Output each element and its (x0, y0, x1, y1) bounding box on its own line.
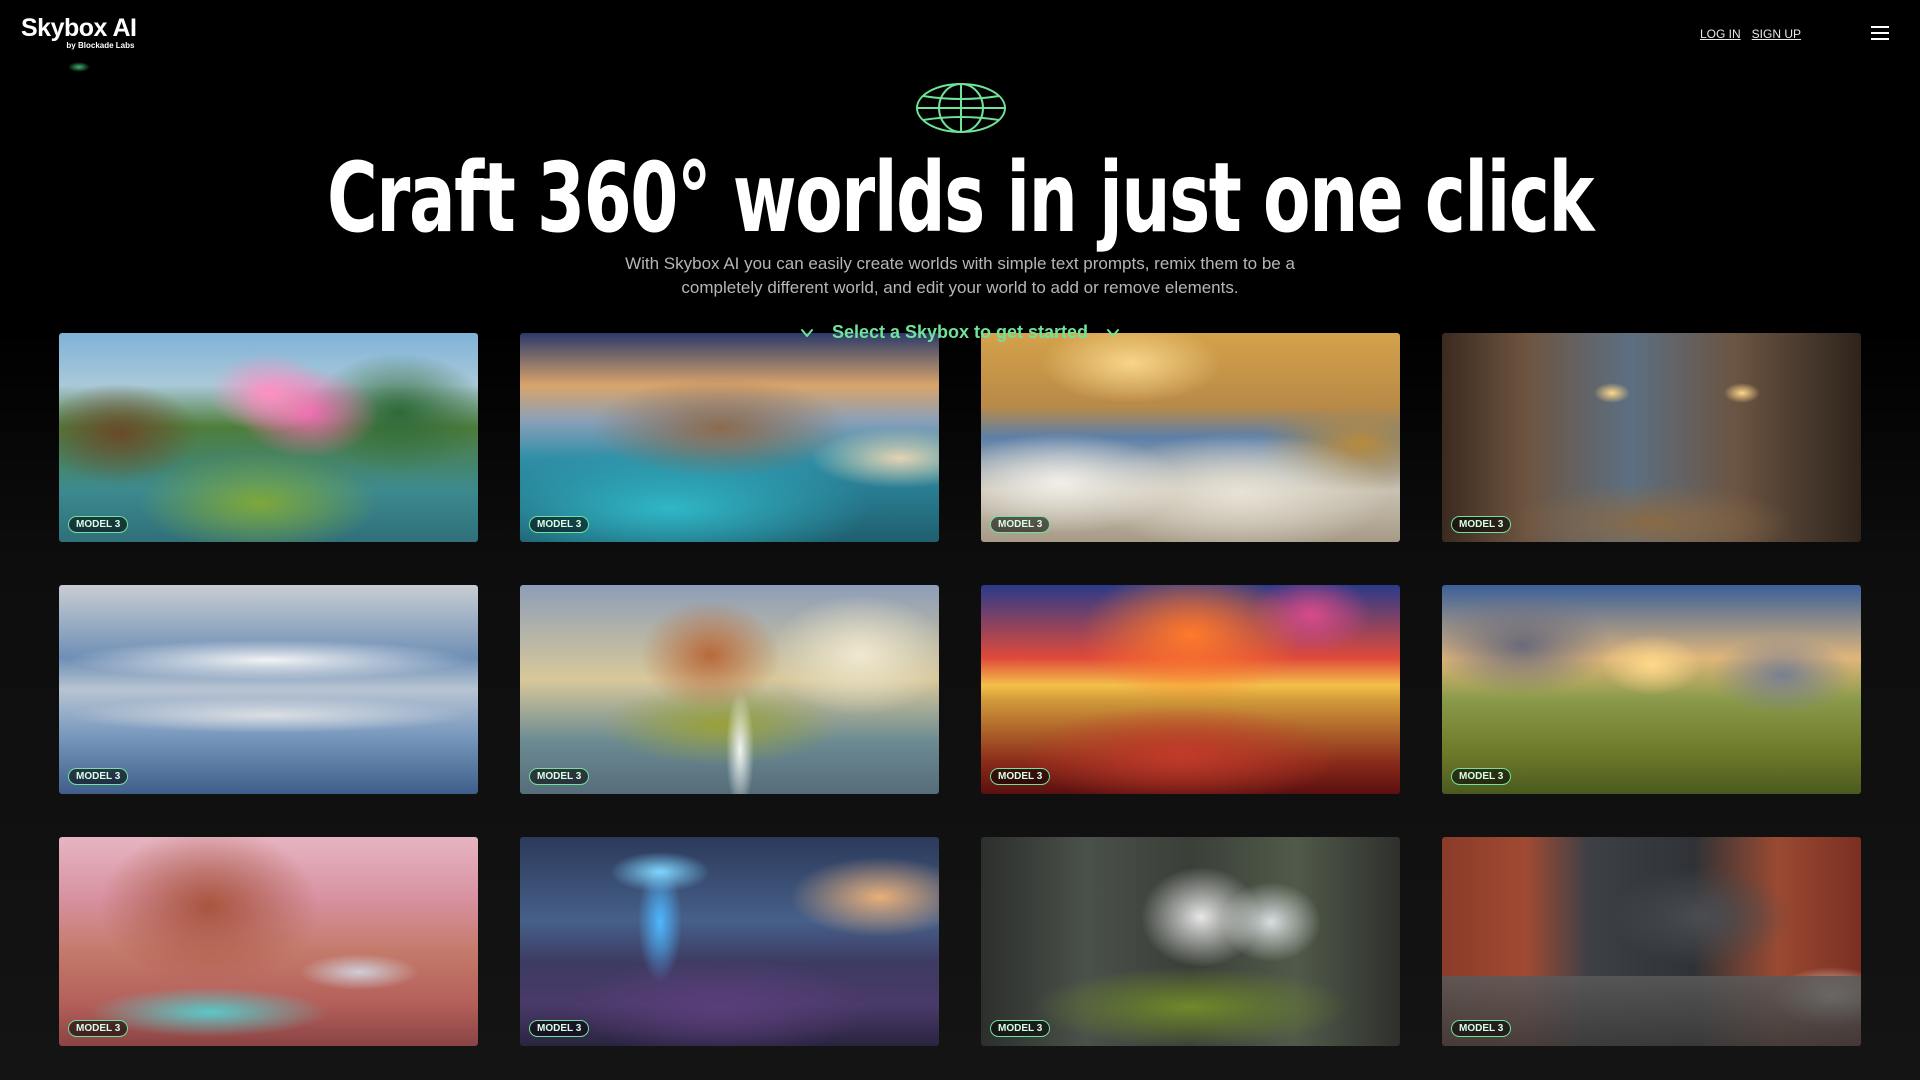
hamburger-menu-icon[interactable] (1871, 26, 1889, 42)
model-badge: MODEL 3 (529, 768, 590, 785)
model-badge: MODEL 3 (529, 1020, 590, 1037)
skybox-card[interactable]: MODEL 3 (1442, 333, 1861, 542)
menu-bar (1871, 32, 1889, 34)
skybox-thumbnail (981, 333, 1400, 542)
chevron-down-icon (1107, 328, 1120, 337)
skybox-card[interactable]: MODEL 3 (981, 837, 1400, 1046)
logo[interactable]: Skybox AI by Blockade Labs (21, 14, 137, 50)
logo-subtitle: by Blockade Labs (66, 41, 135, 50)
menu-bar (1871, 38, 1889, 40)
model-badge: MODEL 3 (1451, 516, 1512, 533)
skybox-thumbnail (1442, 585, 1861, 794)
skybox-card[interactable]: MODEL 3 (59, 333, 478, 542)
skybox-card[interactable]: MODEL 3 (59, 837, 478, 1046)
model-badge: MODEL 3 (68, 516, 129, 533)
model-badge: MODEL 3 (68, 768, 129, 785)
model-badge: MODEL 3 (1451, 768, 1512, 785)
model-badge: MODEL 3 (529, 516, 590, 533)
skybox-thumbnail (520, 333, 939, 542)
login-link[interactable]: LOG IN (1700, 27, 1741, 41)
skybox-card[interactable]: MODEL 3 (520, 837, 939, 1046)
cta-label: Select a Skybox to get started (831, 322, 1089, 342)
skybox-thumbnail (520, 585, 939, 794)
chevron-down-icon (800, 328, 813, 337)
skybox-thumbnail (59, 837, 478, 1046)
model-badge: MODEL 3 (68, 1020, 129, 1037)
skybox-thumbnail (59, 585, 478, 794)
skybox-thumbnail (1442, 333, 1861, 542)
logo-title: Skybox AI (21, 14, 137, 42)
skybox-thumbnail (981, 837, 1400, 1046)
auth-links: LOG IN SIGN UP (1700, 27, 1801, 41)
skybox-card[interactable]: MODEL 3 (520, 585, 939, 794)
skybox-card[interactable]: MODEL 3 (981, 585, 1400, 794)
hero-title: Craft 360° worlds in just one click (327, 142, 1594, 254)
model-badge: MODEL 3 (990, 516, 1051, 533)
page: Skybox AI by Blockade Labs LOG IN SIGN U… (0, 0, 1920, 1080)
select-skybox-cta[interactable]: Select a Skybox to get started (0, 322, 1920, 343)
skybox-thumbnail (520, 837, 939, 1046)
skybox-card[interactable]: MODEL 3 (520, 333, 939, 542)
skybox-card[interactable]: MODEL 3 (1442, 837, 1861, 1046)
skybox-gallery: MODEL 3 MODEL 3 MODEL 3 MODEL 3 MODEL 3 … (59, 333, 1861, 1046)
skybox-card[interactable]: MODEL 3 (981, 333, 1400, 542)
skybox-card[interactable]: MODEL 3 (59, 585, 478, 794)
menu-bar (1871, 26, 1889, 28)
signup-link[interactable]: SIGN UP (1752, 27, 1801, 41)
model-badge: MODEL 3 (990, 1020, 1051, 1037)
globe-icon (916, 83, 1006, 133)
model-badge: MODEL 3 (990, 768, 1051, 785)
hero-subtitle: With Skybox AI you can easily create wor… (625, 254, 1295, 297)
glow-decoration (68, 62, 90, 72)
skybox-thumbnail (981, 585, 1400, 794)
skybox-thumbnail (59, 333, 478, 542)
skybox-card[interactable]: MODEL 3 (1442, 585, 1861, 794)
model-badge: MODEL 3 (1451, 1020, 1512, 1037)
